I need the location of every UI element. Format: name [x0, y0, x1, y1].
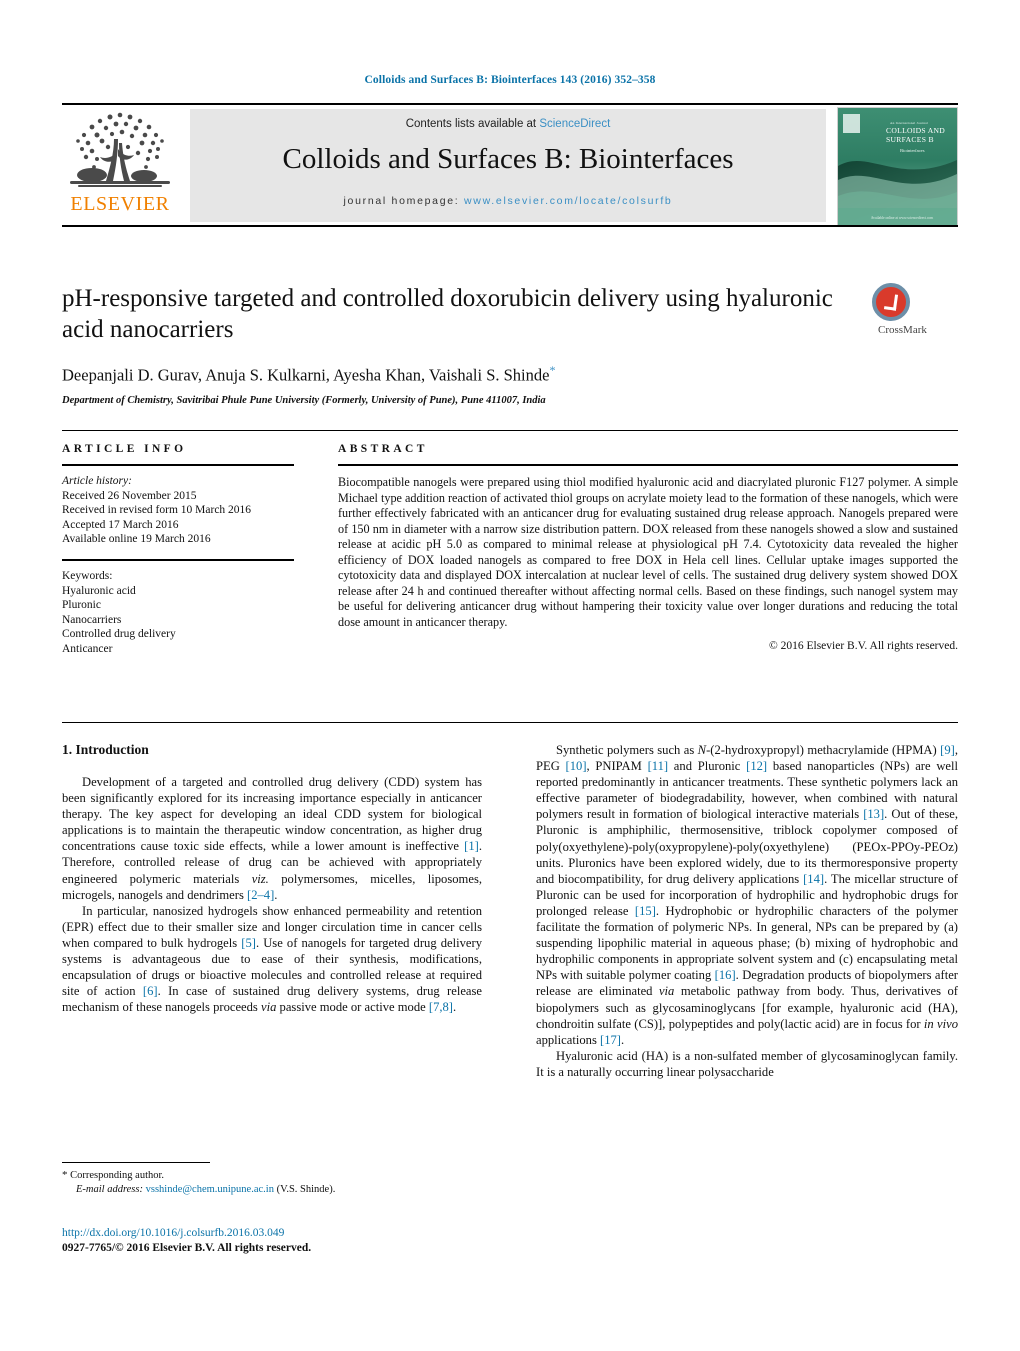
- abstract-section: ABSTRACT Biocompatible nanogels were pre…: [338, 443, 958, 652]
- running-head: Colloids and Surfaces B: Biointerfaces 1…: [364, 74, 656, 86]
- paragraph: Hyaluronic acid (HA) is a non-sulfated m…: [536, 1048, 958, 1079]
- email-label: E-mail address:: [76, 1184, 143, 1195]
- info-section-top-rule: [62, 430, 958, 431]
- article-info-rule: [62, 464, 294, 466]
- email-note: E-mail address: vsshinde@chem.unipune.ac…: [62, 1183, 482, 1197]
- masthead-top-rule: [62, 103, 958, 105]
- article-history: Article history: Received 26 November 20…: [62, 474, 294, 547]
- citation-link[interactable]: [6]: [143, 984, 158, 998]
- paragraph: Synthetic polymers such as N-(2-hydroxyp…: [536, 743, 959, 1047]
- keyword-item: Controlled drug delivery: [62, 628, 176, 641]
- keyword-item: Pluronic: [62, 599, 101, 612]
- cover-top-small-text: An International Journal: [890, 121, 928, 125]
- cover-subtitle-text: Biointerfaces: [900, 148, 925, 153]
- paragraph: In particular, nanosized hydrogels show …: [62, 903, 483, 1015]
- crossmark-label: CrossMark: [878, 324, 927, 336]
- corresponding-author-label: Corresponding author.: [70, 1170, 165, 1181]
- elsevier-wordmark: ELSEVIER: [70, 193, 170, 215]
- column-right: Synthetic polymers such as N-(2-hydroxyp…: [536, 742, 958, 1080]
- paragraph: Development of a targeted and controlled…: [62, 775, 482, 902]
- citation-link[interactable]: [13]: [863, 807, 884, 821]
- history-item: Available online 19 March 2016: [62, 533, 211, 546]
- email-owner: (V.S. Shinde).: [276, 1184, 336, 1195]
- issn-copyright-line: 0927-7765/© 2016 Elsevier B.V. All right…: [62, 1242, 312, 1254]
- emphasis-text: N-: [697, 743, 711, 757]
- citation-link[interactable]: [2–4]: [247, 888, 274, 902]
- citation-link[interactable]: [14]: [803, 872, 824, 886]
- keyword-item: Anticancer: [62, 642, 113, 655]
- body-top-rule: [62, 722, 958, 723]
- column-left: 1. Introduction Development of a targete…: [62, 742, 482, 1015]
- abstract-rule: [338, 464, 958, 466]
- elsevier-tree-icon: [70, 112, 170, 187]
- citation-link[interactable]: [1]: [464, 839, 479, 853]
- keyword-item: Hyaluronic acid: [62, 584, 136, 597]
- cover-elsevier-mark: [843, 114, 860, 133]
- doi-block: http://dx.doi.org/10.1016/j.colsurfb.201…: [62, 1226, 562, 1256]
- journal-title: Colloids and Surfaces B: Biointerfaces: [282, 143, 734, 175]
- abstract-copyright: © 2016 Elsevier B.V. All rights reserved…: [769, 640, 958, 652]
- sciencedirect-link[interactable]: ScienceDirect: [539, 118, 610, 130]
- cover-footer-text: Available online at www.sciencedirect.co…: [870, 216, 934, 220]
- journal-masthead: ELSEVIER Contents lists available at Sci…: [62, 103, 958, 227]
- introduction-heading: 1. Introduction: [62, 742, 149, 757]
- article-history-label: Article history:: [62, 475, 132, 487]
- affiliation: Department of Chemistry, Savitribai Phul…: [62, 394, 546, 406]
- homepage-prefix: journal homepage:: [343, 195, 465, 207]
- article-page: Colloids and Surfaces B: Biointerfaces 1…: [0, 0, 1020, 1351]
- history-item: Accepted 17 March 2016: [62, 518, 179, 531]
- abstract-text: Biocompatible nanogels were prepared usi…: [338, 475, 959, 629]
- emphasis-text: via: [658, 984, 675, 999]
- corresponding-author-note: * Corresponding author.: [62, 1168, 482, 1183]
- citation-link[interactable]: [11]: [648, 759, 669, 773]
- homepage-line: journal homepage: www.elsevier.com/locat…: [190, 195, 826, 207]
- citation-link[interactable]: [17]: [600, 1033, 621, 1047]
- keywords-rule: [62, 558, 294, 561]
- citation-link[interactable]: [16]: [715, 968, 736, 982]
- emphasis-text: via: [261, 1000, 277, 1015]
- keyword-item: Nanocarriers: [62, 613, 122, 626]
- citation-link[interactable]: [9]: [940, 743, 955, 757]
- title-block: pH-responsive targeted and controlled do…: [62, 283, 958, 406]
- footnote-rule: [62, 1162, 210, 1163]
- page-title: pH-responsive targeted and controlled do…: [62, 285, 833, 343]
- abstract-heading: ABSTRACT: [338, 443, 428, 455]
- homepage-url-link[interactable]: www.elsevier.com/locate/colsurfb: [464, 195, 672, 207]
- doi-link[interactable]: http://dx.doi.org/10.1016/j.colsurfb.201…: [62, 1226, 562, 1241]
- citation-link[interactable]: [12]: [746, 759, 767, 773]
- author-names: Deepanjali D. Gurav, Anuja S. Kulkarni, …: [62, 365, 550, 385]
- contents-prefix: Contents lists available at: [405, 118, 540, 130]
- footnote-block: * Corresponding author. E-mail address: …: [62, 1168, 482, 1197]
- elsevier-logo: ELSEVIER: [64, 109, 176, 222]
- article-info-heading: ARTICLE INFO: [62, 443, 187, 455]
- footnote-star: *: [62, 1169, 68, 1181]
- masthead-bottom-rule: [62, 225, 958, 227]
- citation-link[interactable]: [7,8]: [429, 1000, 453, 1014]
- corresponding-author-marker: *: [549, 363, 556, 377]
- emphasis-text: in vivo: [923, 1016, 959, 1031]
- contents-line: Contents lists available at ScienceDirec…: [190, 118, 826, 130]
- history-item: Received in revised form 10 March 2016: [62, 504, 252, 517]
- crossmark-check-icon: [872, 283, 910, 321]
- journal-panel: Contents lists available at ScienceDirec…: [190, 109, 826, 222]
- keywords-list: Keywords: Hyaluronic acid Pluronic Nanoc…: [62, 569, 294, 657]
- keywords-label: Keywords:: [62, 569, 113, 582]
- citation-link[interactable]: [10]: [566, 759, 587, 773]
- emphasis-text: viz.: [251, 871, 269, 886]
- citation-link[interactable]: [5]: [241, 936, 256, 950]
- journal-cover-thumbnail[interactable]: An International Journal COLLOIDS AND SU…: [837, 107, 958, 226]
- article-info-section: ARTICLE INFO Article history: Received 2…: [62, 443, 294, 657]
- author-list: Deepanjali D. Gurav, Anuja S. Kulkarni, …: [62, 363, 862, 386]
- history-item: Received 26 November 2015: [62, 489, 197, 502]
- crossmark-logo[interactable]: CrossMark: [872, 283, 958, 336]
- cover-title-line2: SURFACES B: [886, 134, 934, 144]
- email-link[interactable]: vsshinde@chem.unipune.ac.in: [146, 1184, 274, 1195]
- cover-title-text: COLLOIDS AND SURFACES B: [886, 126, 945, 144]
- citation-link[interactable]: [15]: [635, 904, 656, 918]
